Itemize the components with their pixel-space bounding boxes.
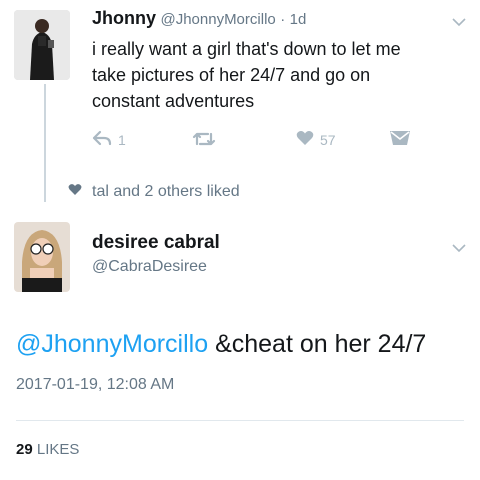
tweet2-author-handle[interactable]: @CabraDesiree — [92, 258, 207, 276]
liked-by-row[interactable]: tal and 2 others liked — [68, 183, 240, 201]
liked-by-text: tal and 2 others liked — [92, 183, 240, 200]
tweet-text-line: constant adventures — [92, 91, 255, 111]
avatar-desiree[interactable] — [14, 222, 70, 292]
retweet-icon — [192, 130, 216, 151]
likes-count: 29 — [16, 441, 33, 458]
avatar-jhonny[interactable] — [14, 10, 70, 80]
tweet2-body: &cheat on her 24/7 — [208, 330, 427, 358]
mention-link[interactable]: @JhonnyMorcillo — [16, 330, 208, 358]
message-icon — [389, 130, 411, 149]
tweet2-text: @JhonnyMorcillo &cheat on her 24/7 — [16, 330, 426, 359]
author-name[interactable]: Jhonny — [92, 8, 156, 28]
reply-icon — [92, 130, 112, 149]
heart-icon — [296, 130, 314, 149]
author-handle[interactable]: @JhonnyMorcillo — [160, 11, 275, 28]
reply-count: 1 — [118, 131, 126, 148]
likes-summary[interactable]: 29 LIKES — [16, 441, 79, 458]
retweet-button[interactable] — [192, 130, 216, 151]
tweet-timestamp[interactable]: 2017-01-19, 12:08 AM — [16, 376, 174, 394]
chevron-down-icon[interactable] — [452, 14, 466, 27]
reply-button[interactable]: 1 — [92, 130, 126, 149]
chevron-down-icon[interactable] — [452, 240, 466, 253]
likes-label: LIKES — [36, 441, 80, 458]
tweet1-text: i really want a girl that's down to let … — [92, 36, 401, 114]
divider — [16, 420, 464, 421]
heart-small-icon — [68, 183, 82, 201]
like-count: 57 — [320, 131, 336, 148]
thread-line — [44, 84, 46, 202]
like-button[interactable]: 57 — [296, 130, 336, 149]
tweet-time[interactable]: 1d — [290, 11, 307, 28]
meta-separator: · — [280, 11, 286, 28]
message-button[interactable] — [389, 130, 411, 149]
tweet2-author-name[interactable]: desiree cabral — [92, 232, 220, 254]
tweet-text-line: i really want a girl that's down to let … — [92, 39, 401, 59]
tweet-text-line: take pictures of her 24/7 and go on — [92, 65, 371, 85]
tweet1-header: Jhonny @JhonnyMorcillo · 1d — [92, 8, 306, 29]
